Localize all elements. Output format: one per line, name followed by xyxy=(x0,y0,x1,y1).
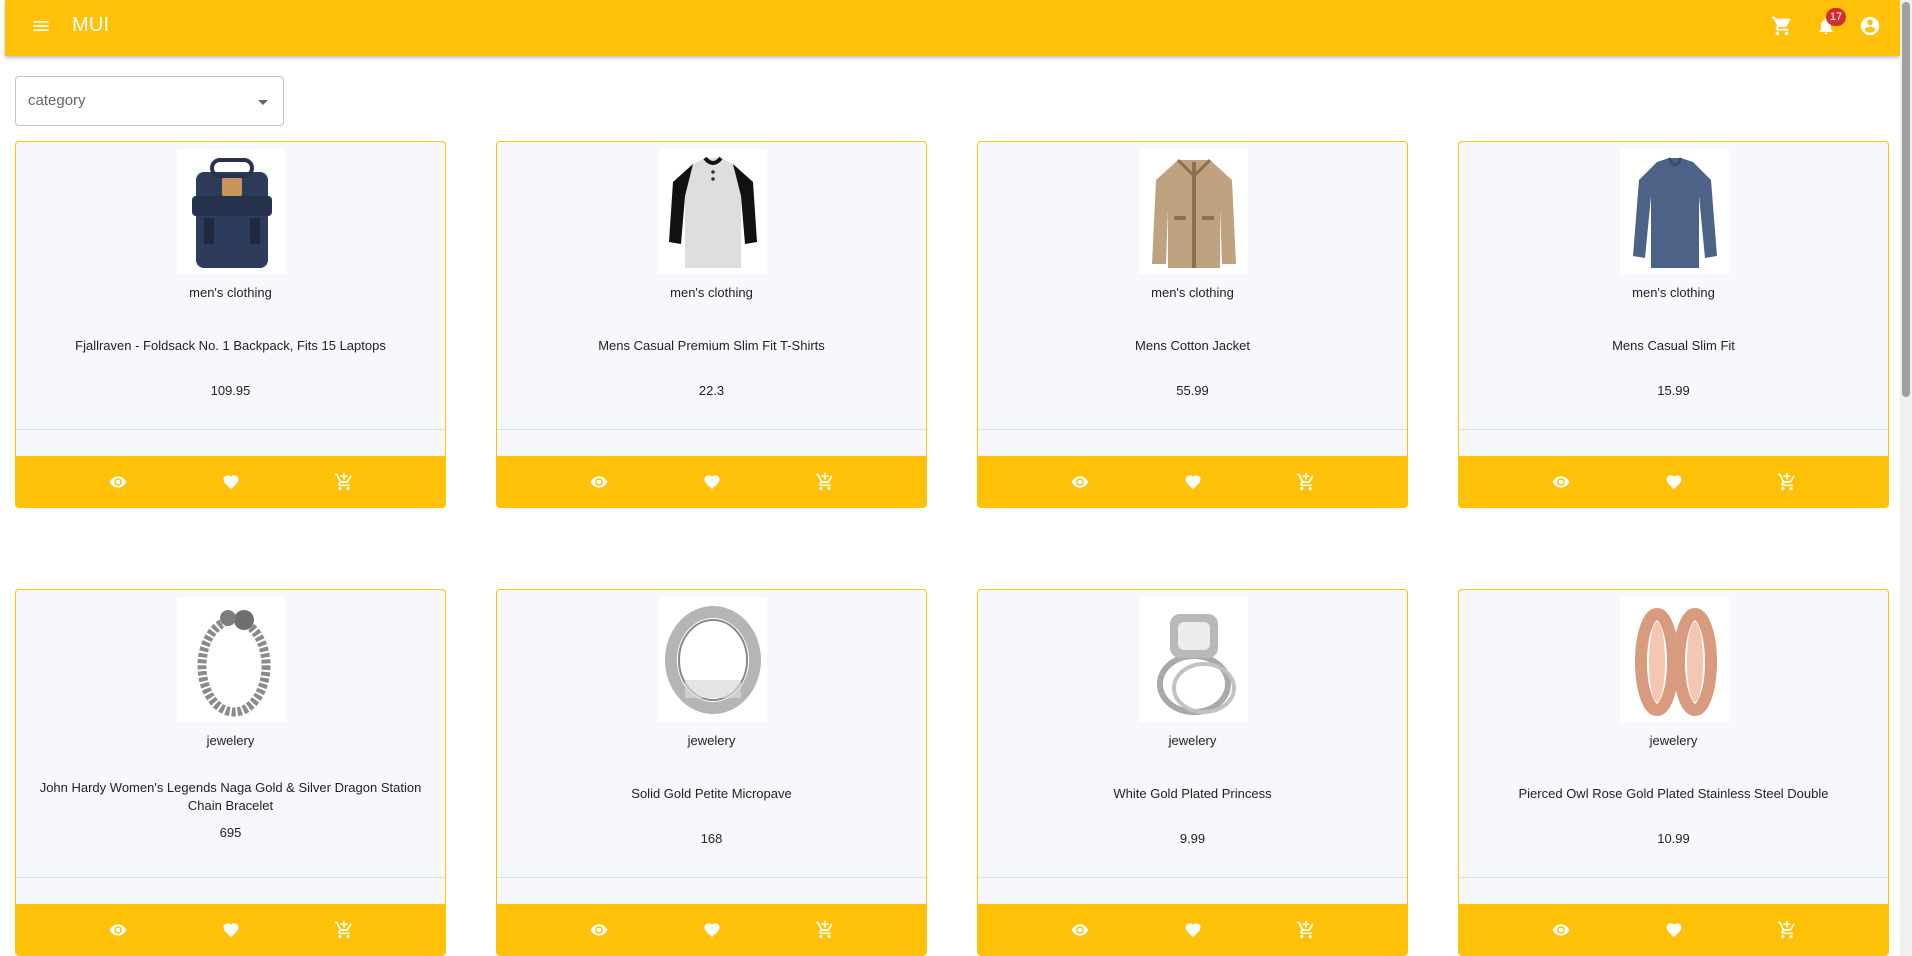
category-select-label: category xyxy=(28,92,86,109)
view-icon[interactable] xyxy=(1546,467,1576,497)
product-card: jewelery Solid Gold Petite Micropave 168 xyxy=(496,589,927,956)
product-title: White Gold Plated Princess xyxy=(1113,786,1272,801)
product-actions xyxy=(16,904,445,955)
product-card-content: jewelery John Hardy Women's Legends Naga… xyxy=(16,590,445,878)
product-category: jewelery xyxy=(206,733,255,748)
dropdown-arrow-icon xyxy=(251,90,275,119)
product-title: Solid Gold Petite Micropave xyxy=(631,786,792,801)
product-image-earrings[interactable] xyxy=(1620,597,1729,722)
product-category: men's clothing xyxy=(1151,285,1234,300)
add-to-cart-icon[interactable] xyxy=(329,467,359,497)
page: MUI 17 category men's clothing Fjallrave… xyxy=(0,0,1900,956)
product-card: men's clothing Fjallraven - Foldsack No.… xyxy=(15,141,446,508)
product-category: men's clothing xyxy=(1632,285,1715,300)
product-card: men's clothing Mens Cotton Jacket 55.99 xyxy=(977,141,1408,508)
product-actions xyxy=(497,904,926,955)
scrollbar[interactable] xyxy=(1900,0,1912,956)
product-actions xyxy=(978,904,1407,955)
product-price: 55.99 xyxy=(1176,383,1209,398)
product-actions xyxy=(1459,456,1888,507)
appbar-actions: 17 xyxy=(1762,6,1900,46)
favorite-icon[interactable] xyxy=(697,467,727,497)
favorite-icon[interactable] xyxy=(1178,467,1208,497)
view-icon[interactable] xyxy=(1546,915,1576,945)
product-image-bracelet[interactable] xyxy=(177,597,286,722)
product-price: 22.3 xyxy=(698,383,725,398)
product-category: men's clothing xyxy=(670,285,753,300)
product-card-content: men's clothing Mens Cotton Jacket 55.99 xyxy=(978,142,1407,430)
product-category: men's clothing xyxy=(189,285,272,300)
product-card-content: men's clothing Fjallraven - Foldsack No.… xyxy=(16,142,445,430)
product-title: Mens Cotton Jacket xyxy=(1135,338,1250,353)
product-grid: men's clothing Fjallraven - Foldsack No.… xyxy=(15,141,1891,956)
product-card: jewelery White Gold Plated Princess 9.99 xyxy=(977,589,1408,956)
add-to-cart-icon[interactable] xyxy=(1772,915,1802,945)
product-card: men's clothing Mens Casual Slim Fit 15.9… xyxy=(1458,141,1889,508)
product-card: men's clothing Mens Casual Premium Slim … xyxy=(496,141,927,508)
product-image-diamond-ring[interactable] xyxy=(1139,597,1248,722)
product-price: 695 xyxy=(219,825,242,840)
product-title: Fjallraven - Foldsack No. 1 Backpack, Fi… xyxy=(75,338,386,353)
app-title[interactable]: MUI xyxy=(72,14,109,37)
view-icon[interactable] xyxy=(584,467,614,497)
view-icon[interactable] xyxy=(103,467,133,497)
account-icon[interactable] xyxy=(1850,6,1890,46)
notification-badge: 17 xyxy=(1826,8,1846,26)
product-card-content: men's clothing Mens Casual Premium Slim … xyxy=(497,142,926,430)
view-icon[interactable] xyxy=(584,915,614,945)
product-category: jewelery xyxy=(687,733,736,748)
product-price: 9.99 xyxy=(1179,831,1206,846)
product-actions xyxy=(16,456,445,507)
product-card-content: jewelery White Gold Plated Princess 9.99 xyxy=(978,590,1407,878)
menu-icon[interactable] xyxy=(21,6,61,46)
view-icon[interactable] xyxy=(1065,915,1095,945)
add-to-cart-icon[interactable] xyxy=(329,915,359,945)
product-actions xyxy=(978,456,1407,507)
product-image-ring[interactable] xyxy=(658,597,767,722)
cart-icon[interactable] xyxy=(1762,6,1802,46)
product-card-content: jewelery Solid Gold Petite Micropave 168 xyxy=(497,590,926,878)
product-title: John Hardy Women's Legends Naga Gold & S… xyxy=(39,780,422,813)
view-icon[interactable] xyxy=(103,915,133,945)
favorite-icon[interactable] xyxy=(1659,467,1689,497)
app-bar: MUI 17 xyxy=(5,0,1900,56)
add-to-cart-icon[interactable] xyxy=(810,467,840,497)
add-to-cart-icon[interactable] xyxy=(1291,467,1321,497)
scrollbar-thumb[interactable] xyxy=(1902,2,1910,397)
favorite-icon[interactable] xyxy=(216,467,246,497)
product-card-content: men's clothing Mens Casual Slim Fit 15.9… xyxy=(1459,142,1888,430)
product-price: 168 xyxy=(700,831,723,846)
product-image-longsleeve[interactable] xyxy=(1620,149,1729,274)
favorite-icon[interactable] xyxy=(1178,915,1208,945)
product-price: 15.99 xyxy=(1657,383,1690,398)
product-title: Mens Casual Slim Fit xyxy=(1612,338,1735,353)
favorite-icon[interactable] xyxy=(1659,915,1689,945)
add-to-cart-icon[interactable] xyxy=(1772,467,1802,497)
add-to-cart-icon[interactable] xyxy=(1291,915,1321,945)
favorite-icon[interactable] xyxy=(697,915,727,945)
favorite-icon[interactable] xyxy=(216,915,246,945)
product-card-content: jewelery Pierced Owl Rose Gold Plated St… xyxy=(1459,590,1888,878)
product-image-jacket[interactable] xyxy=(1139,149,1248,274)
product-card: jewelery John Hardy Women's Legends Naga… xyxy=(15,589,446,956)
category-select[interactable]: category xyxy=(15,76,284,126)
product-image-tshirt[interactable] xyxy=(658,149,767,274)
product-category: jewelery xyxy=(1168,733,1217,748)
product-actions xyxy=(1459,904,1888,955)
view-icon[interactable] xyxy=(1065,467,1095,497)
product-price: 109.95 xyxy=(210,383,251,398)
product-title: Pierced Owl Rose Gold Plated Stainless S… xyxy=(1518,786,1829,801)
product-title: Mens Casual Premium Slim Fit T-Shirts xyxy=(598,338,825,353)
product-category: jewelery xyxy=(1649,733,1698,748)
product-actions xyxy=(497,456,926,507)
product-price: 10.99 xyxy=(1657,831,1690,846)
product-card: jewelery Pierced Owl Rose Gold Plated St… xyxy=(1458,589,1889,956)
product-image-backpack[interactable] xyxy=(177,149,286,274)
notifications-button[interactable]: 17 xyxy=(1806,6,1846,46)
add-to-cart-icon[interactable] xyxy=(810,915,840,945)
